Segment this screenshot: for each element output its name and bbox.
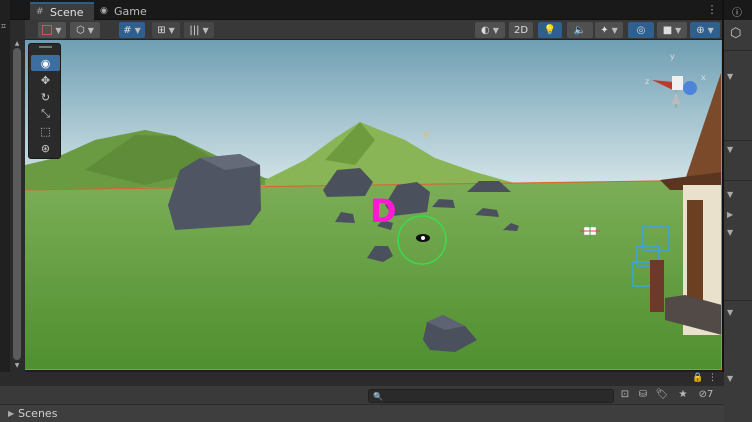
hierarchy-search-input[interactable]: 🔍 <box>368 389 614 403</box>
snap-icon: ⊞ <box>157 24 166 36</box>
rotate-icon: ↻ <box>40 90 51 104</box>
cube-icon: ⬡ <box>76 24 85 36</box>
2d-toggle-button[interactable]: 2D <box>509 22 533 38</box>
marker-letter: D <box>370 192 397 230</box>
hidden-eye-icon: ◎ <box>636 24 646 36</box>
hierarchy-toolbar <box>0 386 724 404</box>
shaded-icon <box>42 25 53 35</box>
grid-snap-icon: # <box>123 24 132 36</box>
move-icon: ✥ <box>40 73 51 87</box>
bottom-header-strip: 🔒 ⋮ <box>0 372 724 386</box>
audio-toggle[interactable]: 🔈 <box>567 22 593 38</box>
inspector-panel: ⓘ ⬡ ▼ ▼ ▼ ▶ ▼ ▼ ▼ <box>724 0 752 422</box>
overlay-menu-dropdown[interactable]: ||| ▼ <box>184 22 214 38</box>
transform-tool-button[interactable]: ⊛ <box>31 140 60 156</box>
favorite-star-icon[interactable]: ★ <box>676 388 690 402</box>
inspector-divider-1 <box>724 50 752 51</box>
scene-lighting-toggle[interactable]: 💡 <box>538 22 562 38</box>
rect-icon: ⬚ <box>40 124 51 138</box>
wooden-post <box>650 260 664 312</box>
eye-icon: ◉ <box>40 56 51 70</box>
inspector-divider-4 <box>724 300 752 301</box>
info-icon[interactable]: ⓘ <box>732 4 742 19</box>
camera-icon: ■ <box>662 24 673 36</box>
tab-scene-label: Scene <box>50 5 84 19</box>
type-filter-icon[interactable]: ⛁ <box>636 388 650 402</box>
tab-bar: # Scene ◉ Game ⋮ <box>10 0 722 20</box>
lock-icon[interactable]: 🔒 <box>692 373 703 383</box>
view-tool-button[interactable]: ◉ <box>31 55 60 71</box>
expand-arrow-icon[interactable]: ▼ <box>727 374 733 383</box>
scene-viewport[interactable]: ✶ D y z x <box>25 40 722 370</box>
scroll-thumb[interactable] <box>13 48 21 360</box>
effects-icon: ✦ <box>600 24 609 36</box>
scene-visibility-toggle[interactable]: ◎ <box>628 22 654 38</box>
gizmos-icon: ⊕ <box>696 24 705 36</box>
inspector-divider-2 <box>724 140 752 141</box>
expand-arrow-icon[interactable]: ▼ <box>727 145 733 154</box>
lighting-sphere-icon: ◐ <box>481 24 490 36</box>
left-dock-strip: ⌗ <box>0 0 10 372</box>
gizmo-x-label: x <box>701 73 706 82</box>
scene-render: ✶ D y z x <box>25 40 721 369</box>
scale-icon: ⤡ <box>41 107 50 120</box>
sun-icon: ✶ <box>421 128 431 142</box>
incremental-snap-dropdown[interactable]: ⊞ ▼ <box>152 22 180 38</box>
cube-icon: ⬡ <box>730 26 742 41</box>
gamepad-icon: ◉ <box>100 6 108 16</box>
hierarchy-scenes-row[interactable]: ▶ Scenes <box>0 404 724 422</box>
gizmo-z-label: z <box>645 77 649 86</box>
hidden-count: 7 <box>707 389 714 400</box>
more-options-icon[interactable]: ⋮ <box>706 4 718 16</box>
effects-dropdown[interactable]: ✦ ▼ <box>595 22 623 38</box>
hidden-count-badge[interactable]: ⊘7 <box>694 388 718 402</box>
scroll-down-icon[interactable]: ▼ <box>12 362 22 370</box>
lightbulb-icon: 💡 <box>543 24 557 36</box>
hidden-eye-icon: ⊘ <box>698 389 707 400</box>
scene-toolbar: ▼ ⬡ ▼ # ▼ ⊞ ▼ ||| ▼ ◐ ▼ 2D 💡 🔈 ✦ ▼ ◎ ■ ▼… <box>25 20 722 40</box>
grid-snap-dropdown[interactable]: # ▼ <box>119 22 145 38</box>
grid-icon: # <box>36 7 44 17</box>
overlay-icon: ||| <box>189 24 200 36</box>
scroll-up-icon[interactable]: ▲ <box>12 40 22 48</box>
tab-game-label: Game <box>114 4 147 18</box>
inspector-header: ⓘ <box>724 0 752 20</box>
expand-arrow-icon[interactable]: ▼ <box>727 308 733 317</box>
bottom-panel: 🔒 ⋮ 🔍 ⊡ ⛁ 🏷 ★ ⊘7 ▶ Scenes <box>0 372 724 422</box>
expand-arrow-icon[interactable]: ▼ <box>727 228 733 237</box>
expand-arrow-icon[interactable]: ▼ <box>727 190 733 199</box>
inspector-divider-3 <box>724 180 752 181</box>
tab-scene[interactable]: # Scene <box>30 2 94 20</box>
unity-editor: ⌗ # Scene ◉ Game ⋮ ▼ ⬡▼ #▼ ⊞▼ |||▼ ◐ <box>0 0 752 422</box>
tool-palette: ◉ ✥ ↻ ⤡ ⬚ ⊛ <box>28 43 61 159</box>
scenes-label: Scenes <box>18 407 58 420</box>
gizmo-y-label: y <box>670 52 675 61</box>
more-options-icon[interactable]: ⋮ <box>708 373 717 383</box>
expand-arrow-icon[interactable]: ▶ <box>8 409 14 418</box>
draw-mode-dropdown[interactable]: ▼ <box>38 22 66 38</box>
expand-arrow-icon[interactable]: ▶ <box>727 210 733 219</box>
speaker-icon: 🔈 <box>573 24 587 36</box>
search-icon: 🔍 <box>373 392 383 401</box>
tab-game[interactable]: ◉ Game <box>94 2 154 20</box>
pane-options-icon[interactable]: ⌗ <box>1 22 9 32</box>
2d-label: 2D <box>513 24 529 36</box>
expand-arrow-icon[interactable]: ▼ <box>727 72 733 81</box>
lighting-dropdown[interactable]: ◐ ▼ <box>475 22 505 38</box>
rect-tool-button[interactable]: ⬚ <box>31 123 60 139</box>
label-filter-icon[interactable]: 🏷 <box>655 388 669 402</box>
render-mode-dropdown[interactable]: ⬡ ▼ <box>70 22 100 38</box>
move-tool-button[interactable]: ✥ <box>31 72 60 88</box>
transform-icon: ⊛ <box>40 141 51 155</box>
gizmos-dropdown[interactable]: ⊕ ▼ <box>690 22 720 38</box>
scene-scrollbar[interactable]: ▲ ▼ <box>12 40 22 370</box>
camera-dropdown[interactable]: ■ ▼ <box>657 22 687 38</box>
audio-listener-dot <box>421 236 425 240</box>
rotate-tool-button[interactable]: ↻ <box>31 89 60 105</box>
scale-tool-button[interactable]: ⤡ <box>31 106 60 122</box>
palette-grip[interactable] <box>39 46 52 48</box>
scene-filter-icon[interactable]: ⊡ <box>618 388 632 402</box>
